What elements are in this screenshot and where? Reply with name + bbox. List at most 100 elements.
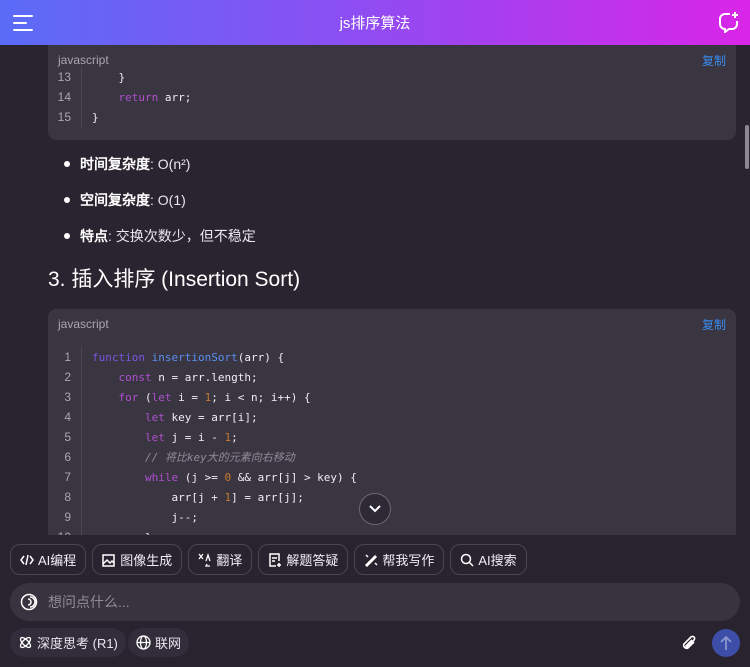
- code-token: n = arr.length;: [151, 370, 258, 384]
- line-code: for (let i = 1; i < n; i++) {: [82, 391, 311, 404]
- translate-icon: [198, 552, 211, 567]
- line-code: arr[j + 1] = arr[j];: [82, 490, 304, 504]
- code-lang: javascript: [58, 317, 109, 331]
- chip-ai-search[interactable]: AI搜索: [450, 544, 527, 575]
- chip-label: 翻译: [216, 553, 243, 568]
- copy-button[interactable]: 复制: [702, 316, 726, 333]
- chip-translate[interactable]: 翻译: [188, 544, 253, 575]
- code-token: return: [118, 90, 159, 104]
- section-heading: 3. 插入排序 (Insertion Sort): [48, 268, 301, 291]
- line-code: }: [82, 71, 125, 84]
- web-search-toggle[interactable]: 联网: [128, 628, 190, 657]
- code-token: j--;: [92, 510, 198, 524]
- line-code: function insertionSort(arr) {: [82, 351, 284, 364]
- code-line: 7 while (j >= 0 && arr[j] > key) {: [48, 467, 736, 487]
- line-code: j--;: [82, 511, 198, 524]
- list-item: 时间复杂度: O(n²): [62, 153, 256, 189]
- line-number: 1: [48, 347, 82, 367]
- line-code: }: [82, 111, 99, 124]
- deep-think-toggle[interactable]: 深度思考 (R1): [10, 628, 126, 657]
- new-chat-icon[interactable]: [718, 11, 740, 33]
- send-button[interactable]: [712, 629, 740, 657]
- line-number: 13: [48, 67, 82, 87]
- chat-content: javascript 复制 13 } 14 return arr; 15} 时间复杂度…: [0, 45, 750, 535]
- code-line: 6 // 将比key大的元素向右移动: [48, 447, 736, 467]
- bullet-label: 时间复杂度: [80, 156, 150, 172]
- code-lang: javascript: [58, 53, 109, 67]
- code-token: for: [118, 390, 139, 404]
- paperclip-icon[interactable]: [680, 633, 698, 653]
- app-header: js排序算法: [0, 0, 750, 45]
- line-number: 15: [48, 107, 82, 127]
- code-token: ; i < n; i++) {: [211, 390, 311, 404]
- list-item: 空间复杂度: O(1): [62, 189, 256, 225]
- bullet-label: 特点: [80, 228, 108, 244]
- code-token: ;: [231, 430, 238, 444]
- scrollbar[interactable]: [745, 125, 749, 169]
- line-number: 5: [48, 427, 82, 447]
- line-number: 14: [48, 87, 82, 107]
- code-icon: [20, 554, 34, 565]
- page-title: js排序算法: [339, 15, 411, 32]
- complexity-list: 时间复杂度: O(n²) 空间复杂度: O(1) 特点: 交换次数少，但不稳定: [62, 153, 256, 261]
- deep-think-label: 深度思考 (R1): [37, 636, 118, 651]
- message-input[interactable]: [48, 594, 698, 610]
- line-code: const n = arr.length;: [82, 371, 258, 384]
- code-token: arr[j +: [92, 490, 225, 504]
- chip-image-gen[interactable]: 图像生成: [92, 544, 183, 575]
- code-token: }: [92, 70, 126, 84]
- bullet-value: : O(n²): [150, 156, 191, 172]
- code-token: }: [92, 110, 99, 124]
- composer: AI编程 图像生成 翻译 解题答疑 帮我写作 AI搜索 深度思考 (R1) 联网: [0, 535, 750, 667]
- voice-icon[interactable]: [20, 593, 38, 611]
- code-token: arr;: [158, 90, 192, 104]
- chip-label: 解题答疑: [286, 553, 339, 568]
- code-token: j = i -: [164, 430, 225, 444]
- chip-problem-solving[interactable]: 解题答疑: [258, 544, 349, 575]
- atom-icon: [19, 636, 32, 649]
- code-line: 1 function insertionSort(arr) {: [48, 347, 736, 367]
- code-line: 9 j--;: [48, 507, 736, 527]
- code-token: key = arr[i];: [164, 410, 258, 424]
- code-line: 4 let key = arr[i];: [48, 407, 736, 427]
- arrow-up-icon: [720, 635, 732, 650]
- code-token: const: [118, 370, 152, 384]
- code-token: let: [144, 410, 165, 424]
- code-line: 15}: [48, 107, 736, 127]
- pen-icon: [365, 553, 378, 567]
- code-token: insertionSort: [151, 350, 238, 364]
- line-number: 2: [48, 367, 82, 387]
- code-line: 3 for (let i = 1; i < n; i++) {: [48, 387, 736, 407]
- web-label: 联网: [155, 636, 182, 651]
- code-token: ] = arr[j];: [231, 490, 304, 504]
- line-number: 4: [48, 407, 82, 427]
- code-block-1: javascript 复制 13 } 14 return arr; 15}: [48, 45, 736, 140]
- copy-button[interactable]: 复制: [702, 52, 726, 69]
- chip-writing[interactable]: 帮我写作: [354, 544, 445, 575]
- chip-ai-coding[interactable]: AI编程: [10, 544, 87, 575]
- chip-label: AI编程: [38, 553, 77, 568]
- image-icon: [102, 553, 116, 567]
- code-token: let: [144, 430, 165, 444]
- code-token: // 将比key大的元素向右移动: [144, 451, 295, 464]
- line-code: let key = arr[i];: [82, 411, 258, 424]
- code-token: function: [92, 350, 145, 364]
- code-token: && arr[j] > key) {: [231, 470, 357, 484]
- scroll-down-button[interactable]: [359, 493, 391, 525]
- code-line: 13 }: [48, 67, 736, 87]
- line-number: 10: [48, 527, 82, 535]
- bullet-value: : O(1): [150, 192, 186, 208]
- globe-icon: [136, 635, 151, 650]
- bullet-value: : 交换次数少，但不稳定: [108, 228, 256, 244]
- line-code: // 将比key大的元素向右移动: [82, 449, 295, 465]
- chip-label: 帮我写作: [382, 553, 435, 568]
- code-block-2: javascript 复制 1 function insertionSort(arr…: [48, 309, 736, 535]
- code-token: (arr) {: [237, 350, 285, 364]
- code-token: (j >=: [178, 470, 225, 484]
- menu-icon[interactable]: [13, 15, 33, 31]
- document-plus-icon: [269, 552, 282, 567]
